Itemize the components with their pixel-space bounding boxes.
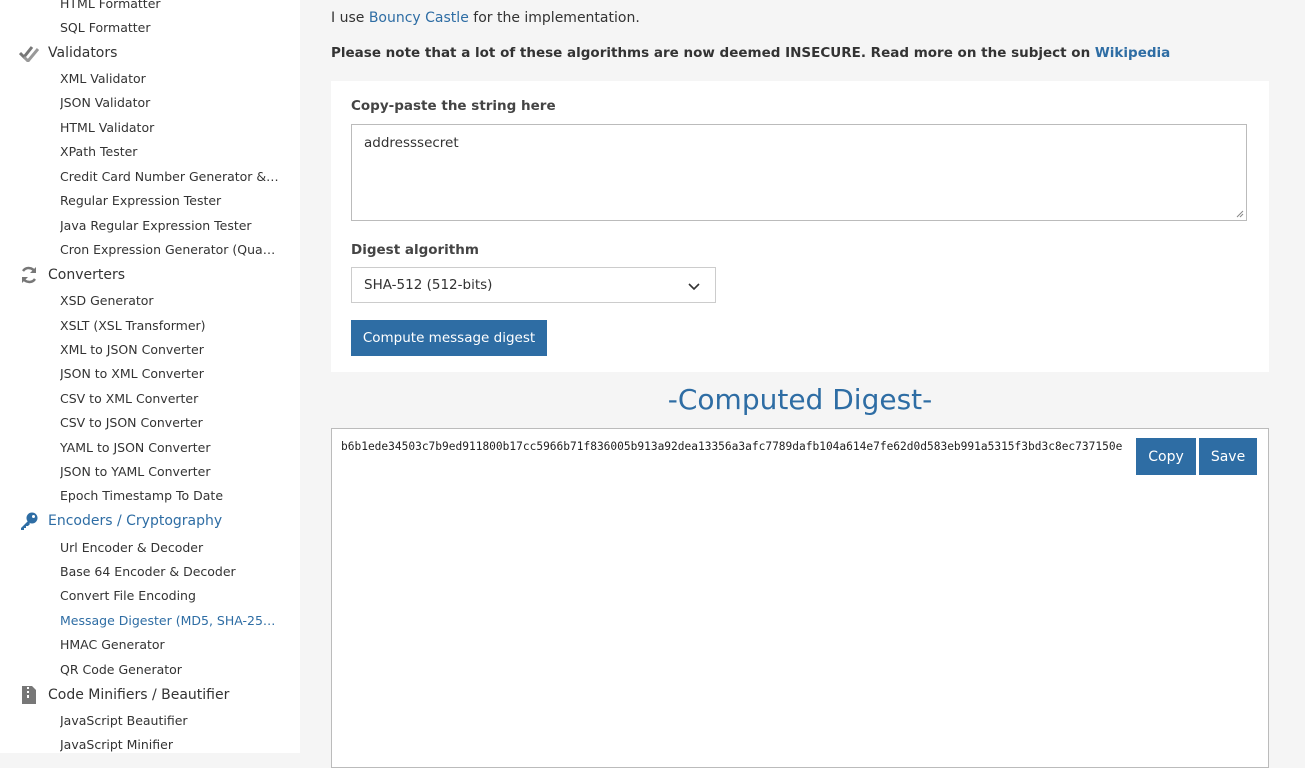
- sidebar-item-js-beautifier[interactable]: JavaScript Beautifier: [60, 713, 280, 729]
- sidebar-item-html-validator[interactable]: HTML Validator: [60, 120, 280, 136]
- sidebar-item-hmac[interactable]: HMAC Generator: [60, 637, 280, 653]
- sidebar-category-label: Encoders / Cryptography: [48, 513, 223, 529]
- intro-text: I use Bouncy Castle for the implementati…: [331, 10, 640, 26]
- sidebar-category-label: Validators: [48, 45, 118, 61]
- algorithm-label: Digest algorithm: [351, 242, 479, 258]
- sidebar-item-epoch-timestamp[interactable]: Epoch Timestamp To Date: [60, 488, 280, 504]
- sidebar-category-label: Converters: [48, 267, 126, 283]
- algorithm-select[interactable]: SHA-512 (512-bits): [351, 267, 716, 303]
- sidebar-item-xpath-tester[interactable]: XPath Tester: [60, 144, 280, 160]
- compute-digest-button[interactable]: Compute message digest: [351, 320, 547, 356]
- sidebar-item-sql-formatter[interactable]: SQL Formatter: [60, 20, 280, 36]
- sidebar-category-validators[interactable]: Validators: [18, 41, 117, 65]
- check-double-icon: [18, 42, 40, 64]
- file-zip-icon: [18, 684, 40, 706]
- sidebar-item-base64[interactable]: Base 64 Encoder & Decoder: [60, 564, 280, 580]
- refresh-icon: [18, 264, 40, 286]
- algorithm-selected-value: SHA-512 (512-bits): [364, 277, 493, 293]
- digest-form-card: Copy-paste the string here addresssecret…: [331, 81, 1269, 372]
- sidebar-item-java-regex-tester[interactable]: Java Regular Expression Tester: [60, 218, 280, 234]
- sidebar-item-csv-to-json[interactable]: CSV to JSON Converter: [60, 415, 280, 431]
- sidebar-item-convert-file-encoding[interactable]: Convert File Encoding: [60, 588, 280, 604]
- main-content: I use Bouncy Castle for the implementati…: [300, 0, 1305, 768]
- sidebar-item-xml-validator[interactable]: XML Validator: [60, 71, 280, 87]
- chevron-down-icon: [688, 283, 700, 291]
- bouncy-castle-link[interactable]: Bouncy Castle: [369, 10, 469, 26]
- sidebar-item-xslt[interactable]: XSLT (XSL Transformer): [60, 318, 280, 334]
- intro-prefix: I use: [331, 10, 369, 26]
- sidebar-item-json-to-xml[interactable]: JSON to XML Converter: [60, 366, 280, 382]
- sidebar-item-yaml-to-json[interactable]: YAML to JSON Converter: [60, 440, 280, 456]
- save-button[interactable]: Save: [1199, 438, 1257, 475]
- digest-value: b6b1ede34503c7b9ed911800b17cc5966b71f836…: [341, 440, 1123, 453]
- insecure-note: Please note that a lot of these algorith…: [331, 45, 1170, 61]
- digest-output[interactable]: b6b1ede34503c7b9ed911800b17cc5966b71f836…: [331, 428, 1269, 768]
- sidebar-item-xml-to-json[interactable]: XML to JSON Converter: [60, 342, 280, 358]
- sidebar-category-encoders[interactable]: Encoders / Cryptography: [18, 509, 222, 533]
- sidebar-item-cron-generator[interactable]: Cron Expression Generator (Quartz): [60, 242, 280, 258]
- sidebar-item-html-formatter[interactable]: HTML Formatter: [60, 0, 280, 12]
- wikipedia-link[interactable]: Wikipedia: [1095, 45, 1170, 61]
- sidebar-item-js-minifier[interactable]: JavaScript Minifier: [60, 737, 280, 753]
- sidebar-item-credit-card-generator[interactable]: Credit Card Number Generator & ...: [60, 169, 280, 185]
- input-label: Copy-paste the string here: [351, 98, 556, 114]
- string-input-value: addresssecret: [364, 135, 459, 151]
- note-text: Please note that a lot of these algorith…: [331, 45, 1095, 61]
- sidebar-category-label: Code Minifiers / Beautifier: [48, 687, 230, 703]
- sidebar-category-converters[interactable]: Converters: [18, 263, 125, 287]
- intro-suffix: for the implementation.: [468, 10, 640, 26]
- sidebar-item-xsd-generator[interactable]: XSD Generator: [60, 293, 280, 309]
- sidebar-item-csv-to-xml[interactable]: CSV to XML Converter: [60, 391, 280, 407]
- sidebar-item-regex-tester[interactable]: Regular Expression Tester: [60, 193, 280, 209]
- sidebar-item-json-validator[interactable]: JSON Validator: [60, 95, 280, 111]
- resize-grip-icon[interactable]: [1236, 210, 1244, 218]
- copy-button[interactable]: Copy: [1136, 438, 1196, 475]
- key-icon: [18, 510, 40, 532]
- sidebar-item-qr-code[interactable]: QR Code Generator: [60, 662, 280, 678]
- sidebar-item-message-digester[interactable]: Message Digester (MD5, SHA-256,...: [60, 613, 280, 629]
- sidebar: HTML Formatter SQL Formatter Validators …: [0, 0, 300, 753]
- string-input[interactable]: addresssecret: [351, 124, 1247, 221]
- computed-digest-heading: -Computed Digest-: [667, 383, 933, 416]
- sidebar-item-json-to-yaml[interactable]: JSON to YAML Converter: [60, 464, 280, 480]
- sidebar-item-url-encoder[interactable]: Url Encoder & Decoder: [60, 540, 280, 556]
- sidebar-category-minifiers[interactable]: Code Minifiers / Beautifier: [18, 683, 229, 707]
